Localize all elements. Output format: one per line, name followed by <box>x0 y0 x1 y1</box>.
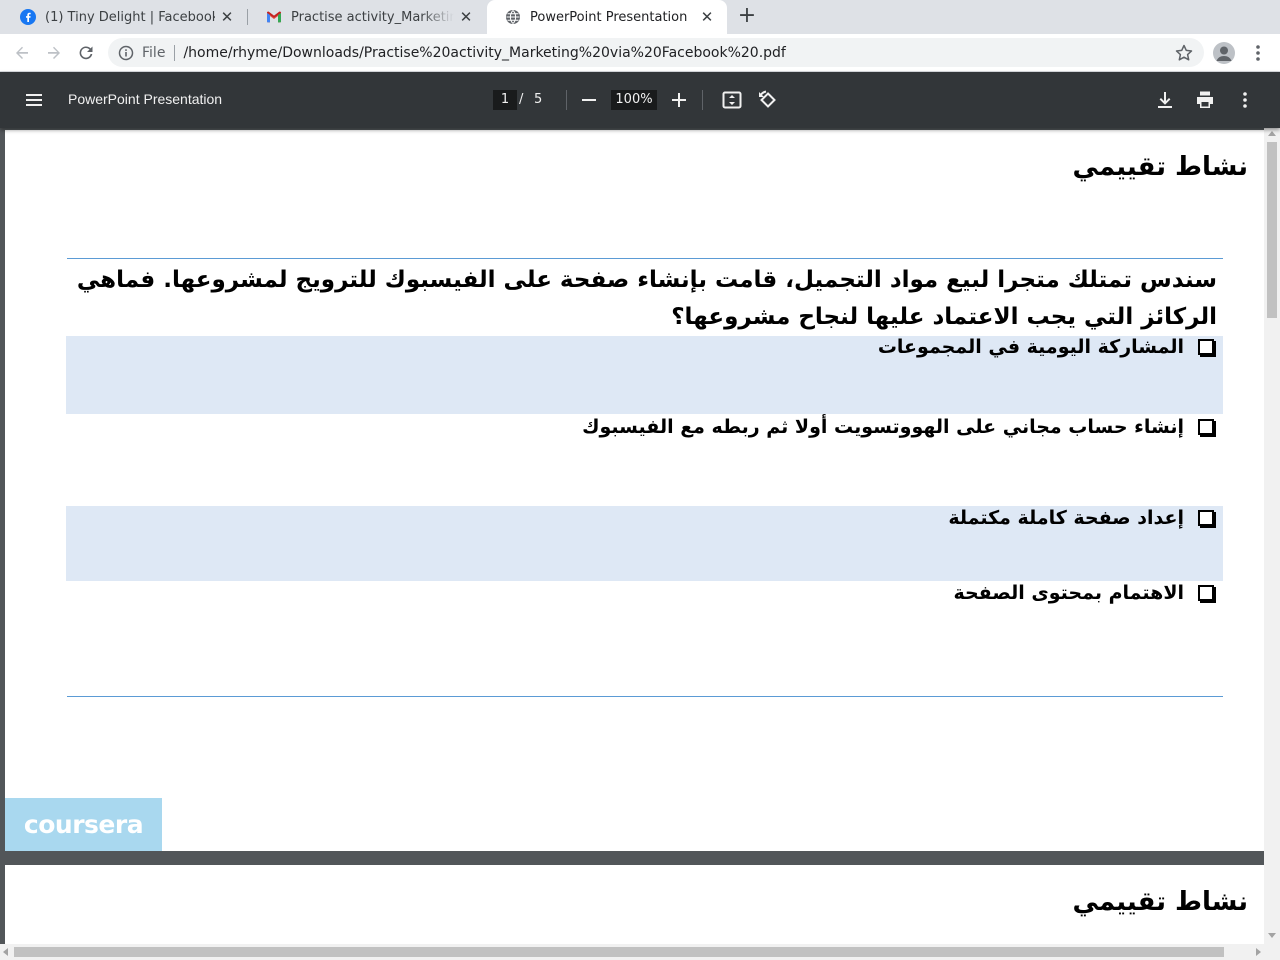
info-icon[interactable] <box>118 45 134 61</box>
close-tab-icon[interactable]: ✕ <box>699 9 715 25</box>
question-text: سندس تمتلك متجرا لبيع مواد التجميل، قامت… <box>76 267 1217 330</box>
page-total: 5 <box>534 92 543 107</box>
new-tab-button[interactable]: + <box>735 5 759 29</box>
checkbox-icon <box>1198 419 1214 435</box>
tab-gmail[interactable]: Practise activity_Marketing via Facebook… <box>248 0 486 34</box>
address-bar[interactable]: File /home/rhyme/Downloads/Practise%20ac… <box>108 38 1204 67</box>
pdf-title: PowerPoint Presentation <box>68 91 223 107</box>
toolbar-divider <box>702 90 703 110</box>
more-vert-icon[interactable] <box>1233 88 1257 112</box>
download-icon[interactable] <box>1153 88 1177 112</box>
coursera-logo: coursera <box>5 798 162 851</box>
toolbar-divider <box>566 90 567 110</box>
more-vert-icon[interactable] <box>1248 42 1268 64</box>
vertical-scrollbar[interactable] <box>1264 128 1280 944</box>
pdf-toolbar: PowerPoint Presentation 1 / 5 100% <box>0 72 1280 128</box>
bookmark-star-icon[interactable] <box>1174 43 1194 63</box>
list-item: المشاركة اليومية في المجموعات <box>878 336 1214 358</box>
tab-pdf-active[interactable]: PowerPoint Presentation ✕ <box>487 0 727 34</box>
scrollbar-thumb[interactable] <box>14 947 1224 957</box>
menu-icon[interactable] <box>22 88 46 112</box>
tab-strip: (1) Tiny Delight | Facebook ✕ Practise a… <box>0 0 1280 34</box>
forward-button[interactable] <box>42 41 66 65</box>
back-button[interactable] <box>10 41 34 65</box>
scrollbar-thumb[interactable] <box>1267 142 1277 318</box>
scroll-down-arrow[interactable] <box>1268 933 1276 938</box>
option-label: إنشاء حساب مجاني على الهووتسويت أولا ثم … <box>582 416 1184 438</box>
option-label: إعداد صفحة كاملة مكتملة <box>948 507 1184 529</box>
omnibox-divider <box>174 44 176 61</box>
reload-button[interactable] <box>74 41 98 65</box>
arrow-left-icon <box>16 46 28 59</box>
profile-avatar[interactable] <box>1213 42 1235 64</box>
globe-icon <box>506 10 520 24</box>
checkbox-icon <box>1198 339 1214 355</box>
page-number-input[interactable]: 1 <box>493 90 517 110</box>
url-scheme-label: File <box>142 44 166 61</box>
close-tab-icon[interactable]: ✕ <box>219 9 235 25</box>
zoom-out-icon[interactable] <box>577 88 601 112</box>
arrow-right-icon <box>48 46 60 59</box>
list-item: إنشاء حساب مجاني على الهووتسويت أولا ثم … <box>582 416 1214 438</box>
scroll-left-arrow[interactable] <box>3 948 8 956</box>
option-label: المشاركة اليومية في المجموعات <box>877 336 1184 358</box>
zoom-in-icon[interactable] <box>667 88 691 112</box>
pdf-page-1: نشاط تقييمي سندس تمتلك متجرا لبيع مواد ا… <box>5 130 1264 851</box>
facebook-icon <box>20 9 36 25</box>
page-separator: / <box>519 92 524 107</box>
tab-title: (1) Tiny Delight | Facebook <box>45 9 215 25</box>
browser-toolbar: File /home/rhyme/Downloads/Practise%20ac… <box>0 34 1280 72</box>
pdf-viewer[interactable]: نشاط تقييمي سندس تمتلك متجرا لبيع مواد ا… <box>0 128 1280 960</box>
zoom-level-input[interactable]: 100% <box>611 90 657 110</box>
tab-facebook[interactable]: (1) Tiny Delight | Facebook ✕ <box>2 0 247 34</box>
scroll-up-arrow[interactable] <box>1268 131 1276 136</box>
page-heading: نشاط تقييمي <box>1072 152 1248 182</box>
tab-title: PowerPoint Presentation <box>530 9 688 25</box>
option-label: الاهتمام بمحتوى الصفحة <box>953 582 1184 604</box>
tab-title: Practise activity_Marketing via Facebook… <box>291 9 454 25</box>
rotate-icon[interactable] <box>756 88 780 112</box>
divider-line <box>67 258 1223 259</box>
list-item: إعداد صفحة كاملة مكتملة <box>948 507 1214 529</box>
close-tab-icon[interactable]: ✕ <box>458 9 474 25</box>
person-icon <box>1216 46 1232 61</box>
reload-icon <box>79 46 93 60</box>
scroll-right-arrow[interactable] <box>1256 948 1261 956</box>
fit-to-page-icon[interactable] <box>720 88 744 112</box>
url-text[interactable]: /home/rhyme/Downloads/Practise%20activit… <box>183 45 785 61</box>
checkbox-icon <box>1198 510 1214 526</box>
logo-text: coursera <box>23 810 144 839</box>
gmail-icon <box>267 11 281 23</box>
divider-line <box>67 696 1223 697</box>
checkbox-icon <box>1198 585 1214 601</box>
page-heading: نشاط تقييمي <box>1072 887 1248 917</box>
print-icon[interactable] <box>1193 88 1217 112</box>
horizontal-scrollbar[interactable] <box>0 944 1280 960</box>
list-item: الاهتمام بمحتوى الصفحة <box>953 582 1214 604</box>
